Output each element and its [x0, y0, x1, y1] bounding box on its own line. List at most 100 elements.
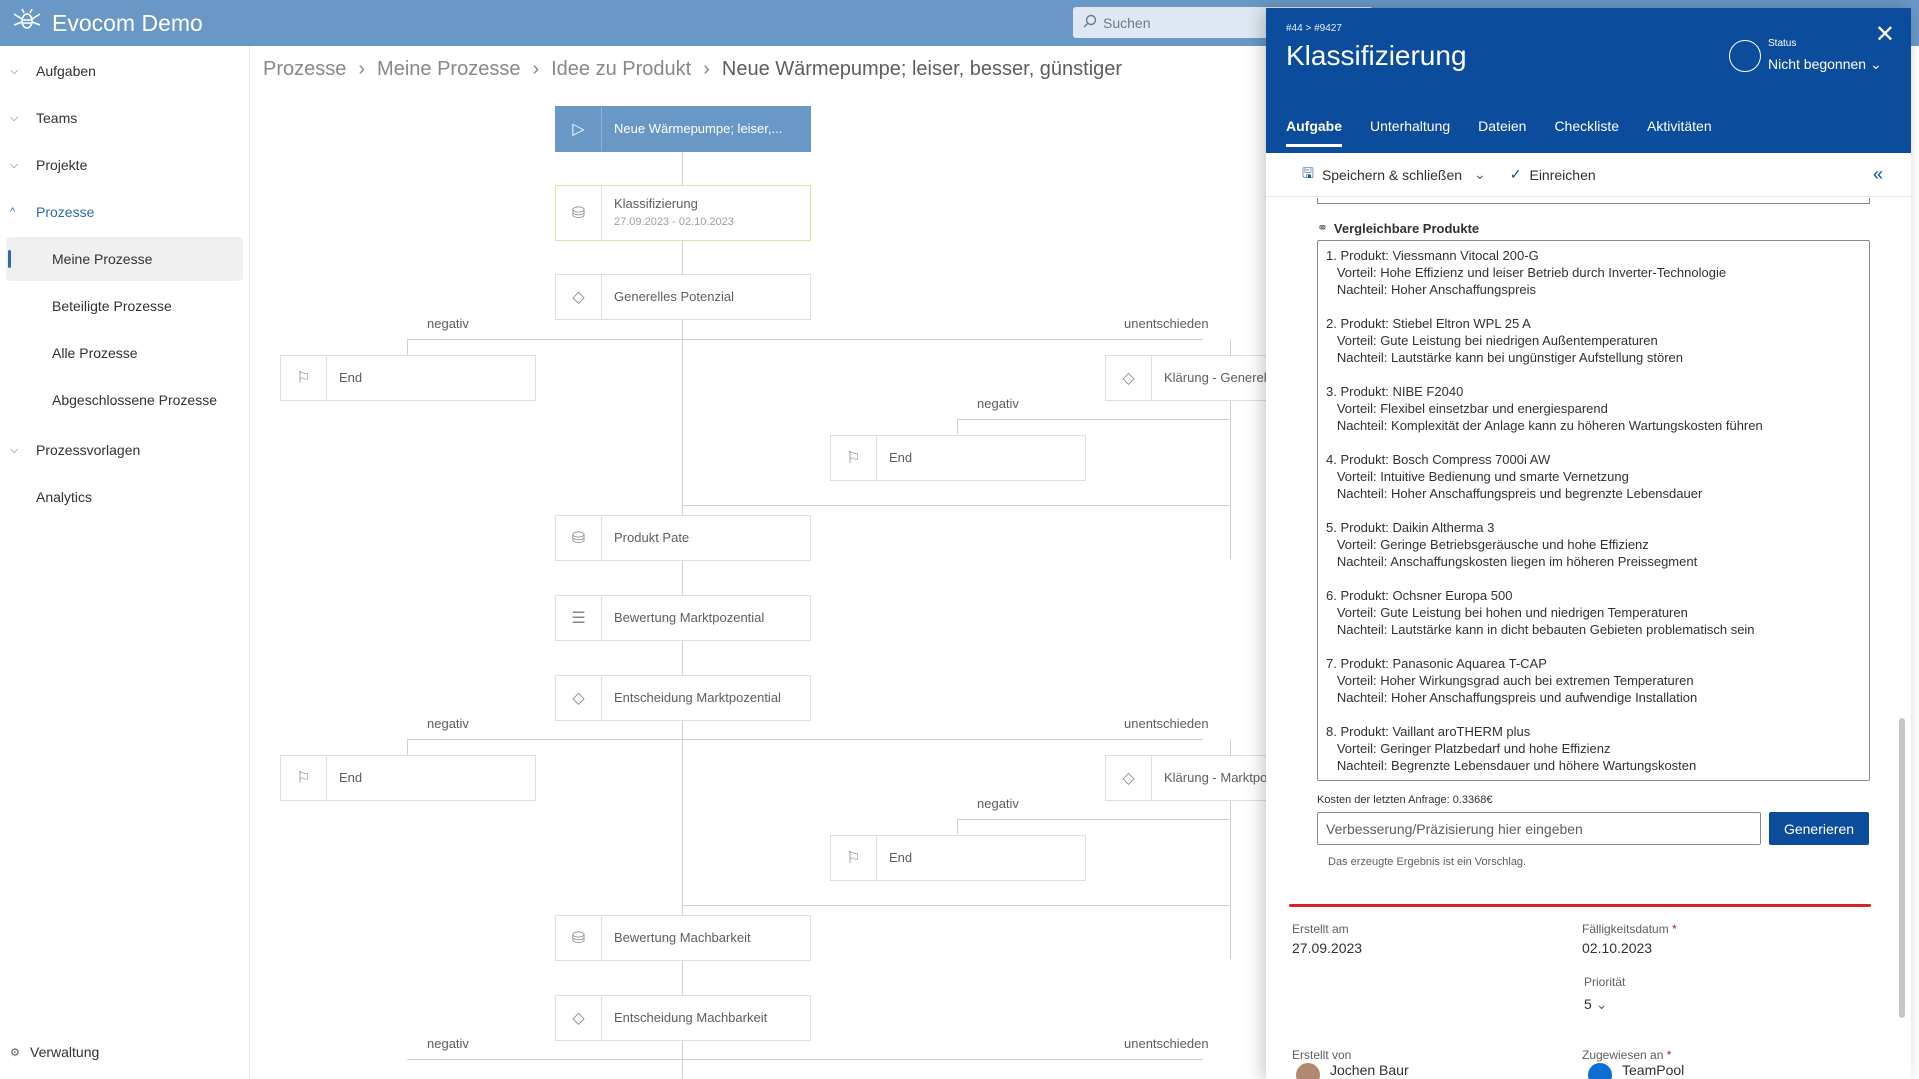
tab-dateien[interactable]: Dateien: [1478, 118, 1526, 147]
process-canvas: Prozesse › Meine Prozesse › Idee zu Produk…: [251, 46, 1271, 1079]
assigned-label: Zugewiesen an *: [1582, 1048, 1672, 1062]
flow-node-start[interactable]: ▷ Neue Wärmepumpe; leiser,...: [555, 106, 811, 152]
panel-header: #44 > #9427 Klassifizierung ✕ Status Nic…: [1266, 8, 1911, 153]
flow-line: [682, 905, 1230, 906]
diamond-icon: ◇: [556, 275, 602, 319]
chevron-down-icon: ⌵: [10, 443, 19, 456]
flow-node-klassifizierung[interactable]: ⛁ Klassifizierung 27.09.2023 - 02.10.202…: [555, 185, 811, 241]
flag-icon: ⚐: [281, 356, 327, 400]
close-icon[interactable]: ✕: [1875, 20, 1895, 49]
search-icon: [1083, 14, 1097, 31]
status-label: Status: [1768, 38, 1797, 49]
tab-unterhaltung[interactable]: Unterhaltung: [1370, 118, 1450, 147]
sidebar: ⌵ Aufgaben ⌵ Teams ⌵ Projekte ^ Prozesse Mei…: [0, 46, 250, 1079]
list-icon: ☰: [556, 596, 602, 640]
ai-icon: ⚭: [1317, 220, 1328, 235]
creator-value: Jochen Baur: [1330, 1062, 1409, 1078]
sidebar-item-analytics[interactable]: Analytics: [0, 475, 250, 519]
flag-icon: ⚐: [831, 436, 877, 480]
flag-icon: ⚐: [281, 756, 327, 800]
hint-text: Das erzeugte Ergebnis ist ein Vorschlag.: [1328, 856, 1527, 868]
sidebar-item-beteiligte-prozesse[interactable]: Beteiligte Prozesse: [6, 284, 243, 328]
chevron-down-icon: ⌵: [10, 111, 19, 124]
generate-button[interactable]: Generieren: [1769, 812, 1869, 845]
sidebar-item-verwaltung[interactable]: ⚙ Verwaltung: [0, 1036, 250, 1068]
sidebar-item-alle-prozesse[interactable]: Alle Prozesse: [6, 331, 243, 375]
sidebar-item-abgeschlossene-prozesse[interactable]: Abgeschlossene Prozesse: [6, 378, 243, 422]
flow-node-klaerung[interactable]: ◇ Klärung - Generell: [1105, 355, 1271, 401]
flow-node-end[interactable]: ⚐ End: [830, 435, 1086, 481]
flow-node-klaerung-markt[interactable]: ◇ Klärung - Marktpo: [1105, 755, 1271, 801]
assigned-value[interactable]: TeamPool: [1622, 1062, 1684, 1078]
database-icon: ⛁: [556, 916, 602, 960]
breadcrumb-current: Neue Wärmepumpe; leiser, besser, günstig…: [721, 58, 1123, 80]
creator-label: Erstellt von: [1292, 1048, 1352, 1062]
section-label: ⚭ Vergleichbare Produkte: [1317, 220, 1480, 236]
save-close-button[interactable]: 🖫 Speichern & schließen: [1302, 163, 1462, 187]
created-label: Erstellt am: [1292, 922, 1349, 936]
flow-node-end[interactable]: ⚐ End: [280, 355, 536, 401]
status-dropdown[interactable]: Nicht begonnen ⌄: [1768, 56, 1882, 73]
sidebar-item-teams[interactable]: ⌵ Teams: [0, 96, 250, 140]
flow-node-end[interactable]: ⚐ End: [280, 755, 536, 801]
collapse-icon[interactable]: «: [1873, 164, 1883, 185]
checkmark-circle-icon: ✓: [1509, 166, 1522, 182]
database-icon: ⛁: [556, 516, 602, 560]
search-input[interactable]: Suchen: [1103, 15, 1150, 31]
breadcrumb-item[interactable]: Meine Prozesse: [377, 58, 520, 81]
due-date-field[interactable]: 02.10.2023: [1582, 940, 1652, 956]
flow-line: [957, 819, 958, 834]
flow-node-entscheidung-machbarkeit[interactable]: ◇ Entscheidung Machbarkeit: [555, 995, 811, 1041]
flow-node-produkt-pate[interactable]: ⛁ Produkt Pate: [555, 515, 811, 561]
app-title: Evocom Demo: [52, 9, 203, 36]
flow-node-bewertung-machbarkeit[interactable]: ⛁ Bewertung Machbarkeit: [555, 915, 811, 961]
play-icon: ▷: [556, 107, 602, 151]
status-circle-icon: [1729, 40, 1761, 72]
previous-field-edge: [1317, 198, 1870, 204]
tab-aufgabe[interactable]: Aufgabe: [1286, 118, 1342, 147]
database-icon: ⛁: [556, 186, 602, 240]
breadcrumb-item[interactable]: Idee zu Produkt: [551, 58, 691, 81]
edge-label: unentschieden: [1124, 716, 1209, 731]
priority-dropdown[interactable]: 5 ⌄: [1584, 996, 1607, 1013]
breadcrumb-item[interactable]: Prozesse: [263, 58, 346, 81]
edge-label: negativ: [977, 796, 1019, 811]
chevron-down-icon: ⌵: [10, 64, 19, 77]
sidebar-item-projekte[interactable]: ⌵ Projekte: [0, 143, 250, 187]
panel-body: ⚭ Vergleichbare Produkte 1. Produkt: Vie…: [1266, 198, 1911, 1079]
diamond-icon: ◇: [556, 996, 602, 1040]
tab-checkliste[interactable]: Checkliste: [1554, 118, 1619, 147]
save-options-chevron-icon[interactable]: ⌄: [1474, 166, 1486, 183]
flow-node-bewertung-markt[interactable]: ☰ Bewertung Marktpozential: [555, 595, 811, 641]
cost-label: Kosten der letzten Anfrage: 0.3368€: [1317, 794, 1493, 806]
sidebar-item-prozessvorlagen[interactable]: ⌵ Prozessvorlagen: [0, 428, 250, 472]
brand[interactable]: Evocom Demo: [12, 8, 203, 38]
diamond-icon: ◇: [556, 676, 602, 720]
flow-line: [682, 505, 1230, 506]
tab-aktivitaeten[interactable]: Aktivitäten: [1647, 118, 1712, 147]
edge-label: unentschieden: [1124, 1036, 1209, 1051]
created-value: 27.09.2023: [1292, 940, 1363, 956]
sidebar-item-aufgaben[interactable]: ⌵ Aufgaben: [0, 49, 250, 93]
edge-label: negativ: [427, 316, 469, 331]
flow-node-end[interactable]: ⚐ End: [830, 835, 1086, 881]
panel-scrollbar[interactable]: [1899, 718, 1905, 1018]
flow-line: [407, 739, 1203, 740]
products-textarea[interactable]: 1. Produkt: Viessmann Vitocal 200-G Vort…: [1317, 240, 1870, 781]
flag-icon: ⚐: [831, 836, 877, 880]
sidebar-item-prozesse[interactable]: ^ Prozesse: [0, 190, 250, 234]
panel-title: Klassifizierung: [1286, 40, 1467, 71]
edge-label: unentschieden: [1124, 316, 1209, 331]
edge-label: negativ: [427, 1036, 469, 1051]
flow-line: [407, 1059, 1203, 1060]
avatar: [1588, 1063, 1612, 1079]
diamond-icon: ◇: [1106, 756, 1152, 800]
priority-label: Priorität: [1584, 975, 1626, 989]
sidebar-item-meine-prozesse[interactable]: Meine Prozesse: [6, 237, 243, 281]
flow-node-generelles-potenzial[interactable]: ◇ Generelles Potenzial: [555, 274, 811, 320]
flow-node-entscheidung-markt[interactable]: ◇ Entscheidung Marktpozential: [555, 675, 811, 721]
gear-icon: ⚙: [10, 1046, 20, 1059]
refine-input[interactable]: Verbesserung/Präzisierung hier eingeben: [1317, 812, 1761, 845]
flow-line: [407, 339, 1203, 340]
submit-button[interactable]: ✓ Einreichen: [1510, 166, 1596, 183]
